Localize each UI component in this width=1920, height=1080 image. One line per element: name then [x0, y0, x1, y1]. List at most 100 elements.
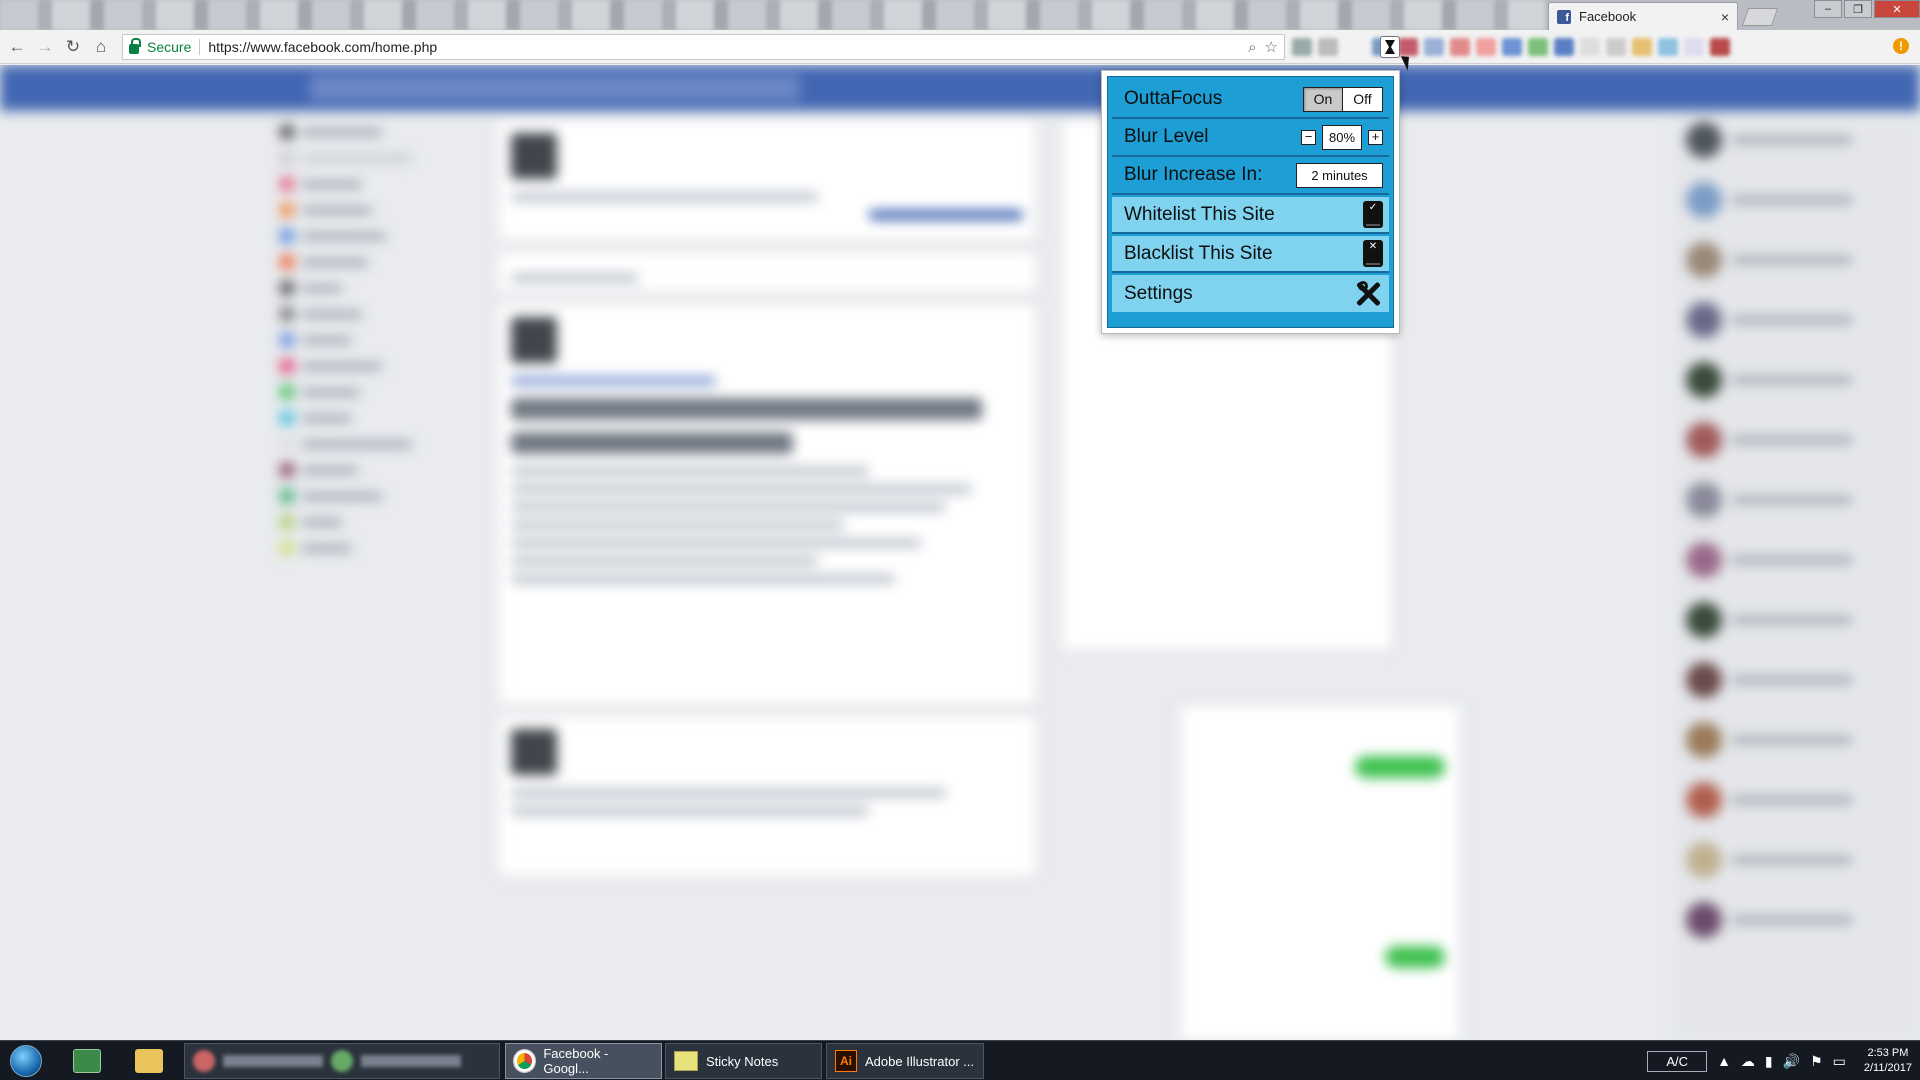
blurred-label [361, 1055, 461, 1067]
back-icon[interactable]: ← [6, 36, 28, 58]
task-chrome[interactable]: Facebook - Googl... [505, 1043, 662, 1079]
task-blurred[interactable] [184, 1043, 500, 1079]
blur-increase-label: Blur Increase In: [1124, 164, 1263, 185]
reload-icon[interactable]: ↻ [62, 36, 84, 58]
address-bar[interactable]: Secure https://www.facebook.com/home.php… [122, 34, 1285, 60]
volume-icon[interactable]: 🔊 [1783, 1053, 1800, 1070]
minimize-button[interactable]: – [1814, 0, 1842, 18]
clock[interactable]: 2:53 PM 2/11/2017 [1864, 1046, 1912, 1076]
network-icon[interactable]: ▭ [1833, 1053, 1846, 1070]
whitelist-phone-check-icon: ✓ [1363, 201, 1383, 228]
illustrator-icon: Ai [835, 1050, 857, 1072]
tab-title: Facebook [1579, 9, 1637, 24]
power-toggle[interactable]: On Off [1303, 86, 1383, 112]
url-text[interactable]: https://www.facebook.com/home.php [208, 39, 1240, 55]
folder-icon [135, 1049, 163, 1073]
popup-panel: OuttaFocus On Off Blur Level − 80% + Blu… [1107, 76, 1394, 328]
blur-increase-button[interactable]: + [1368, 129, 1383, 145]
news-feed [498, 120, 1036, 888]
cloud-icon[interactable]: ☁ [1741, 1053, 1755, 1070]
maximize-button[interactable]: ❐ [1844, 0, 1872, 18]
blurred-app-icon [193, 1050, 215, 1072]
chat-window [1180, 705, 1460, 1040]
task-label: Adobe Illustrator ... [865, 1053, 975, 1069]
task-sticky-notes[interactable]: Sticky Notes [665, 1043, 822, 1079]
outtafocus-header-row: OuttaFocus On Off [1112, 81, 1389, 119]
battery-icon[interactable]: ▮ [1765, 1053, 1773, 1070]
whitelist-label: Whitelist This Site [1124, 203, 1275, 225]
task-label: Facebook - Googl... [543, 1046, 609, 1076]
new-tab-button[interactable] [1741, 8, 1779, 26]
forward-icon[interactable]: → [34, 36, 56, 58]
omnibox-divider [199, 39, 201, 55]
tab-close-icon[interactable]: × [1721, 9, 1729, 25]
extension-icon[interactable] [1502, 38, 1522, 56]
home-icon[interactable]: ⌂ [90, 36, 112, 58]
lock-icon [129, 37, 141, 54]
outtafocus-extension-icon[interactable] [1380, 36, 1400, 58]
ac-indicator[interactable]: A/C [1647, 1050, 1708, 1072]
extension-icon[interactable] [1292, 38, 1312, 56]
whitelist-site-button[interactable]: Whitelist This Site ✓ [1112, 197, 1389, 234]
blur-level-stepper: − 80% + [1301, 124, 1383, 150]
extension-icon[interactable] [1710, 38, 1730, 56]
extension-icon[interactable] [1554, 38, 1574, 56]
close-window-button[interactable]: ✕ [1874, 0, 1920, 18]
task-illustrator[interactable]: Ai Adobe Illustrator ... [826, 1043, 984, 1079]
chrome-icon [514, 1050, 536, 1072]
clock-date: 2/11/2017 [1863, 1062, 1912, 1074]
toggle-off-button[interactable]: Off [1343, 88, 1382, 111]
window-controls: – ❐ ✕ [1814, 0, 1920, 20]
facebook-favicon-icon: f [1557, 9, 1571, 24]
explorer-pin[interactable] [120, 1043, 178, 1079]
popup-title: OuttaFocus [1124, 88, 1223, 109]
extension-icon[interactable] [1632, 38, 1652, 56]
task-label: Sticky Notes [706, 1053, 779, 1069]
blur-level-row: Blur Level − 80% + [1112, 119, 1389, 157]
sticky-notes-icon [674, 1051, 698, 1071]
windows-orb-icon [10, 1045, 42, 1077]
wrench-screwdriver-icon [1353, 279, 1383, 309]
contacts-sidebar [1672, 120, 1920, 1040]
blurred-content [0, 65, 1920, 1040]
facebook-header [0, 65, 1920, 111]
blacklist-site-button[interactable]: Blacklist This Site ✕ [1112, 236, 1389, 273]
settings-label: Settings [1124, 282, 1193, 304]
extension-icon[interactable] [1684, 38, 1704, 56]
blurred-label [223, 1055, 323, 1067]
bookmark-star-icon[interactable]: ☆ [1265, 38, 1278, 56]
settings-button[interactable]: Settings [1112, 275, 1389, 312]
action-center-flag-icon[interactable]: ⚑ [1810, 1053, 1823, 1070]
blur-decrease-button[interactable]: − [1301, 129, 1316, 145]
extension-icon[interactable] [1398, 38, 1418, 56]
tab-facebook[interactable]: f Facebook × [1548, 2, 1738, 30]
zoom-icon[interactable]: ⌕ [1248, 39, 1256, 56]
extension-icon[interactable] [1318, 38, 1338, 56]
task-manager-pin[interactable] [58, 1043, 116, 1079]
blur-level-value[interactable]: 80% [1322, 124, 1362, 150]
browser-toolbar: ← → ↻ ⌂ Secure https://www.facebook.com/… [0, 30, 1920, 64]
chrome-update-icon[interactable]: ! [1893, 38, 1909, 54]
monitor-icon [73, 1049, 101, 1073]
system-tray: A/C ▲ ☁ ▮ 🔊 ⚑ ▭ 2:53 PM 2/11/2017 [1647, 1041, 1912, 1080]
extension-icon[interactable] [1450, 38, 1470, 56]
left-nav [280, 125, 470, 567]
extension-icon[interactable] [1424, 38, 1444, 56]
windows-taskbar: Facebook - Googl... Sticky Notes Ai Adob… [0, 1040, 1920, 1080]
extension-icon[interactable] [1658, 38, 1678, 56]
facebook-search[interactable] [310, 75, 800, 101]
start-button[interactable] [4, 1043, 48, 1079]
hourglass-icon [1385, 40, 1395, 54]
extension-icon[interactable] [1606, 38, 1626, 56]
extension-icon[interactable] [1528, 38, 1548, 56]
blacklist-phone-x-icon: ✕ [1363, 240, 1383, 267]
tray-expand-icon[interactable]: ▲ [1717, 1053, 1731, 1069]
blur-increase-select[interactable]: 2 minutes [1296, 162, 1383, 188]
blacklist-label: Blacklist This Site [1124, 242, 1273, 264]
blurred-tabs[interactable] [0, 0, 1548, 30]
extension-icon[interactable] [1476, 38, 1496, 56]
blur-increase-row: Blur Increase In: 2 minutes [1112, 157, 1389, 195]
extension-icon[interactable] [1580, 38, 1600, 56]
clock-time: 2:53 PM [1867, 1047, 1909, 1059]
toggle-on-button[interactable]: On [1304, 87, 1343, 111]
